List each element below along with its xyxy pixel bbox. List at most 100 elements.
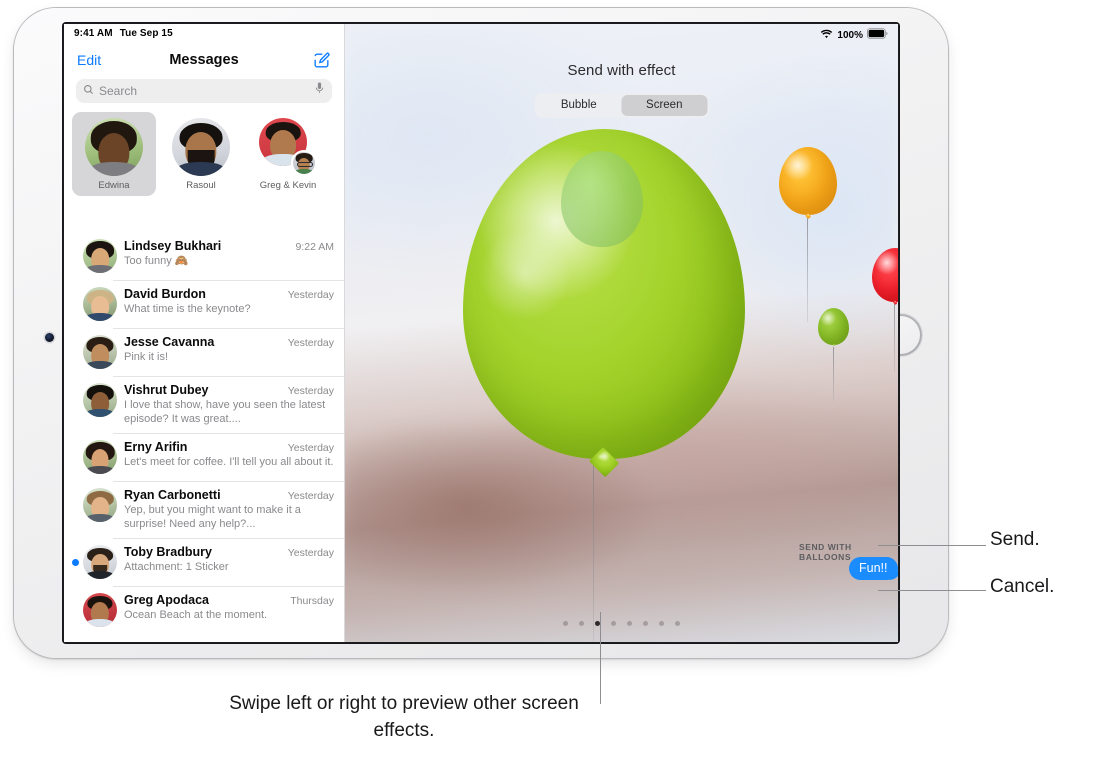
message-preview: Attachment: 1 Sticker <box>124 561 229 573</box>
contact-name: Vishrut Dubey <box>124 383 209 397</box>
compose-icon[interactable] <box>312 51 331 70</box>
balloon-orange <box>779 147 837 215</box>
callout-leader-line-swipe <box>600 612 602 704</box>
page-title: Messages <box>169 52 239 68</box>
contact-name: Erny Arifin <box>124 440 188 454</box>
message-preview: Let's meet for coffee. I'll tell you all… <box>124 456 334 468</box>
avatar <box>85 118 143 176</box>
list-item[interactable]: Erny Arifin Yesterday Let's meet for cof… <box>64 433 344 481</box>
avatar <box>83 287 117 321</box>
balloon-string <box>833 347 834 401</box>
message-preview: I love that show, have you seen the late… <box>124 399 326 425</box>
list-item[interactable]: Jesse Cavanna Yesterday Pink it is! <box>64 328 344 376</box>
unread-indicator <box>72 488 83 531</box>
unread-indicator <box>72 440 83 474</box>
callout-swipe-label: Swipe left or right to preview other scr… <box>229 693 579 741</box>
page-dot[interactable] <box>675 621 680 626</box>
avatar <box>83 239 117 273</box>
balloon-green-small <box>818 308 849 345</box>
pinned-label: Rasoul <box>186 180 216 191</box>
status-time: 9:41 AM <box>74 28 113 39</box>
status-date: Tue Sep 15 <box>119 28 173 39</box>
list-item[interactable]: Toby Bradbury Yesterday Attachment: 1 St… <box>64 538 344 586</box>
unread-indicator <box>72 287 83 321</box>
unread-indicator <box>72 383 83 426</box>
effect-title: Send with effect <box>567 62 676 79</box>
list-item[interactable]: David Burdon Yesterday What time is the … <box>64 280 344 328</box>
avatar <box>172 118 230 176</box>
effect-type-segmented-control[interactable]: Bubble Screen <box>534 93 709 118</box>
contact-name: Greg Apodaca <box>124 593 209 607</box>
timestamp: Yesterday <box>287 547 334 559</box>
timestamp: 9:22 AM <box>295 241 334 253</box>
callout-leader-line-cancel <box>878 590 986 592</box>
tab-screen[interactable]: Screen <box>621 95 707 116</box>
page-dot[interactable] <box>643 621 648 626</box>
ipad-screen: 9:41 AM Tue Sep 15 Edit Messages Search … <box>64 24 898 642</box>
timestamp: Yesterday <box>287 337 334 349</box>
callout-cancel-label: Cancel. <box>990 576 1055 597</box>
contact-name: Lindsey Bukhari <box>124 239 222 253</box>
avatar <box>83 488 117 522</box>
callout-leader-line-send <box>878 545 986 547</box>
search-icon <box>83 82 94 100</box>
page-dot[interactable] <box>627 621 632 626</box>
page-indicator-dots[interactable] <box>345 621 898 626</box>
avatar <box>83 440 117 474</box>
avatar <box>83 383 117 417</box>
balloon-string <box>894 304 895 372</box>
page-dot[interactable] <box>611 621 616 626</box>
list-item[interactable]: Vishrut Dubey Yesterday I love that show… <box>64 376 344 433</box>
message-bubble: Fun!! <box>849 557 898 580</box>
wifi-icon <box>820 26 833 44</box>
unread-indicator <box>72 239 83 273</box>
contact-name: Ryan Carbonetti <box>124 488 221 502</box>
message-preview: Too funny 🙈 <box>124 255 189 267</box>
contact-name: Jesse Cavanna <box>124 335 215 349</box>
microphone-icon[interactable] <box>314 82 325 100</box>
list-item[interactable]: Ryan Carbonetti Yesterday Yep, but you m… <box>64 481 344 538</box>
avatar-group <box>259 118 317 176</box>
pinned-item-rasoul[interactable]: Rasoul <box>159 112 243 196</box>
page-dot[interactable] <box>579 621 584 626</box>
page-dot[interactable] <box>659 621 664 626</box>
tab-bubble[interactable]: Bubble <box>536 95 622 116</box>
contact-name: Toby Bradbury <box>124 545 212 559</box>
avatar <box>83 545 117 579</box>
page-dot[interactable] <box>563 621 568 626</box>
avatar <box>83 335 117 369</box>
screenshot-root: 9:41 AM Tue Sep 15 Edit Messages Search … <box>0 0 1096 763</box>
unread-indicator <box>72 335 83 369</box>
unread-indicator <box>72 593 83 627</box>
timestamp: Thursday <box>290 595 334 607</box>
pinned-item-greg-kevin[interactable]: Greg & Kevin <box>246 112 330 196</box>
status-bar-right: 100% <box>820 26 888 44</box>
ipad-device-frame: 9:41 AM Tue Sep 15 Edit Messages Search … <box>14 8 948 658</box>
battery-icon <box>867 26 888 44</box>
message-preview: Pink it is! <box>124 351 169 363</box>
search-input[interactable]: Search <box>76 79 332 103</box>
sidebar-navbar: Edit Messages <box>64 43 344 77</box>
unread-indicator <box>72 545 83 579</box>
timestamp: Yesterday <box>287 289 334 301</box>
battery-percent: 100% <box>837 29 863 41</box>
list-item[interactable]: Lindsey Bukhari 9:22 AM Too funny 🙈 <box>64 232 344 280</box>
balloon-string <box>593 456 595 642</box>
pinned-label: Edwina <box>98 180 130 191</box>
list-item[interactable]: Greg Apodaca Thursday Ocean Beach at the… <box>64 586 344 634</box>
callout-send-label: Send. <box>990 529 1040 550</box>
messages-sidebar: 9:41 AM Tue Sep 15 Edit Messages Search … <box>64 24 345 642</box>
screen-effect-preview[interactable]: 100% Send with effect Bubble Screen SEND… <box>345 24 898 642</box>
contact-name: David Burdon <box>124 287 206 301</box>
balloon-green-small-behind <box>561 151 643 247</box>
timestamp: Yesterday <box>287 490 334 502</box>
pinned-item-edwina[interactable]: Edwina <box>72 112 156 196</box>
conversation-list[interactable]: Lindsey Bukhari 9:22 AM Too funny 🙈 Davi… <box>64 232 344 642</box>
message-preview: What time is the keynote? <box>124 303 251 315</box>
message-preview: Yep, but you might want to make it a sur… <box>124 504 301 530</box>
edit-button[interactable]: Edit <box>77 52 101 68</box>
timestamp: Yesterday <box>287 442 334 454</box>
status-bar: 9:41 AM Tue Sep 15 <box>64 24 344 43</box>
search-container: Search <box>64 77 344 110</box>
front-camera <box>45 333 54 342</box>
